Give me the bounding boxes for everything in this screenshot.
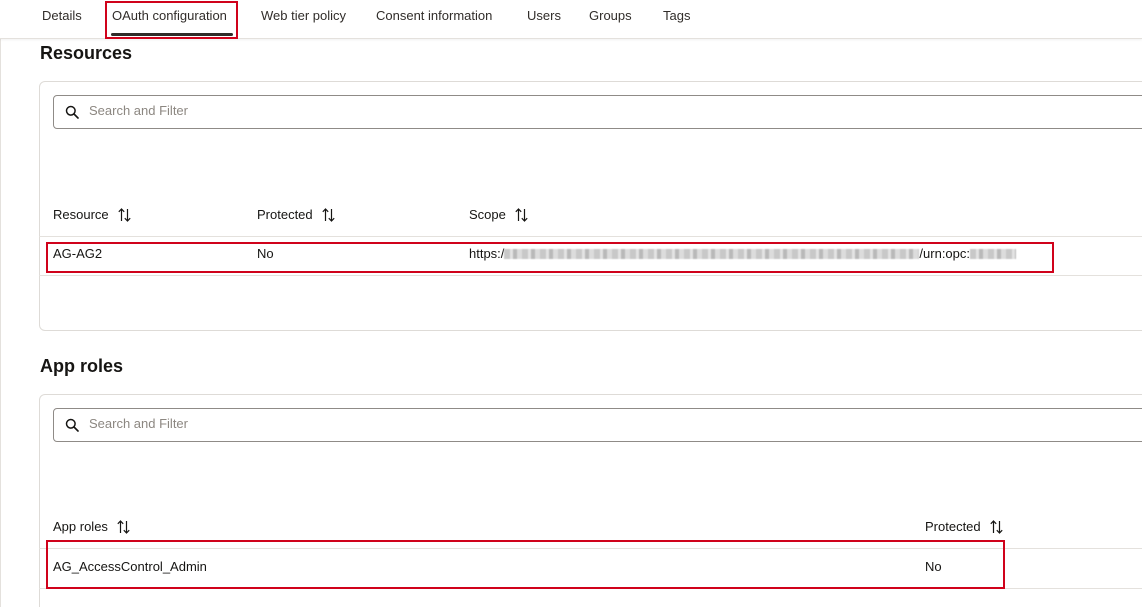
redacted-scope-name: [970, 248, 1017, 259]
tab-bar: Details OAuth configuration Web tier pol…: [0, 0, 1142, 39]
resource-cell: AG-AG2: [53, 246, 103, 261]
tab-tags[interactable]: Tags: [663, 0, 690, 37]
column-header-scope[interactable]: Scope: [469, 207, 528, 222]
column-header-protected[interactable]: Protected: [257, 207, 335, 222]
app-roles-search-input[interactable]: Search and Filter: [53, 408, 1142, 442]
protected-cell: No: [925, 559, 942, 574]
scope-prefix: https:/: [469, 246, 505, 261]
app-role-cell: AG_AccessControl_Admin: [53, 559, 207, 574]
active-tab-indicator: [111, 33, 233, 36]
table-divider: [39, 236, 1142, 237]
column-header-label: App roles: [53, 519, 108, 534]
app-roles-title: App roles: [40, 356, 124, 376]
tab-oauth-configuration[interactable]: OAuth configuration: [112, 0, 227, 37]
column-header-label: Resource: [53, 207, 109, 222]
scope-cell: https:/ /urn:opc:: [469, 246, 1017, 261]
column-header-protected[interactable]: Protected: [925, 519, 1003, 534]
app-roles-search-placeholder: Search and Filter: [89, 416, 188, 431]
table-divider: [39, 275, 1142, 276]
sort-icon[interactable]: [990, 519, 1003, 534]
sort-icon[interactable]: [117, 519, 130, 534]
resources-search-input[interactable]: Search and Filter: [53, 95, 1142, 129]
column-header-label: Protected: [257, 207, 313, 222]
page-left-border: [0, 38, 1, 607]
search-icon: [65, 418, 79, 432]
sort-icon[interactable]: [118, 207, 131, 222]
resources-title: Resources: [40, 43, 133, 63]
table-divider: [39, 548, 1142, 549]
tab-groups[interactable]: Groups: [589, 0, 632, 37]
column-header-label: Scope: [469, 207, 506, 222]
table-divider: [39, 588, 1142, 589]
search-icon: [65, 105, 79, 119]
tab-web-tier-policy[interactable]: Web tier policy: [261, 0, 346, 37]
column-header-app-roles[interactable]: App roles: [53, 519, 130, 534]
scope-suffix: /urn:opc:: [919, 246, 971, 261]
tab-details[interactable]: Details: [42, 0, 82, 37]
sort-icon[interactable]: [322, 207, 335, 222]
protected-cell: No: [257, 246, 274, 261]
column-header-label: Protected: [925, 519, 981, 534]
tab-consent-information[interactable]: Consent information: [376, 0, 492, 37]
sort-icon[interactable]: [515, 207, 528, 222]
resources-search-placeholder: Search and Filter: [89, 103, 188, 118]
redacted-scope-host: [504, 248, 920, 259]
column-header-resource[interactable]: Resource: [53, 207, 131, 222]
tab-users[interactable]: Users: [527, 0, 561, 37]
